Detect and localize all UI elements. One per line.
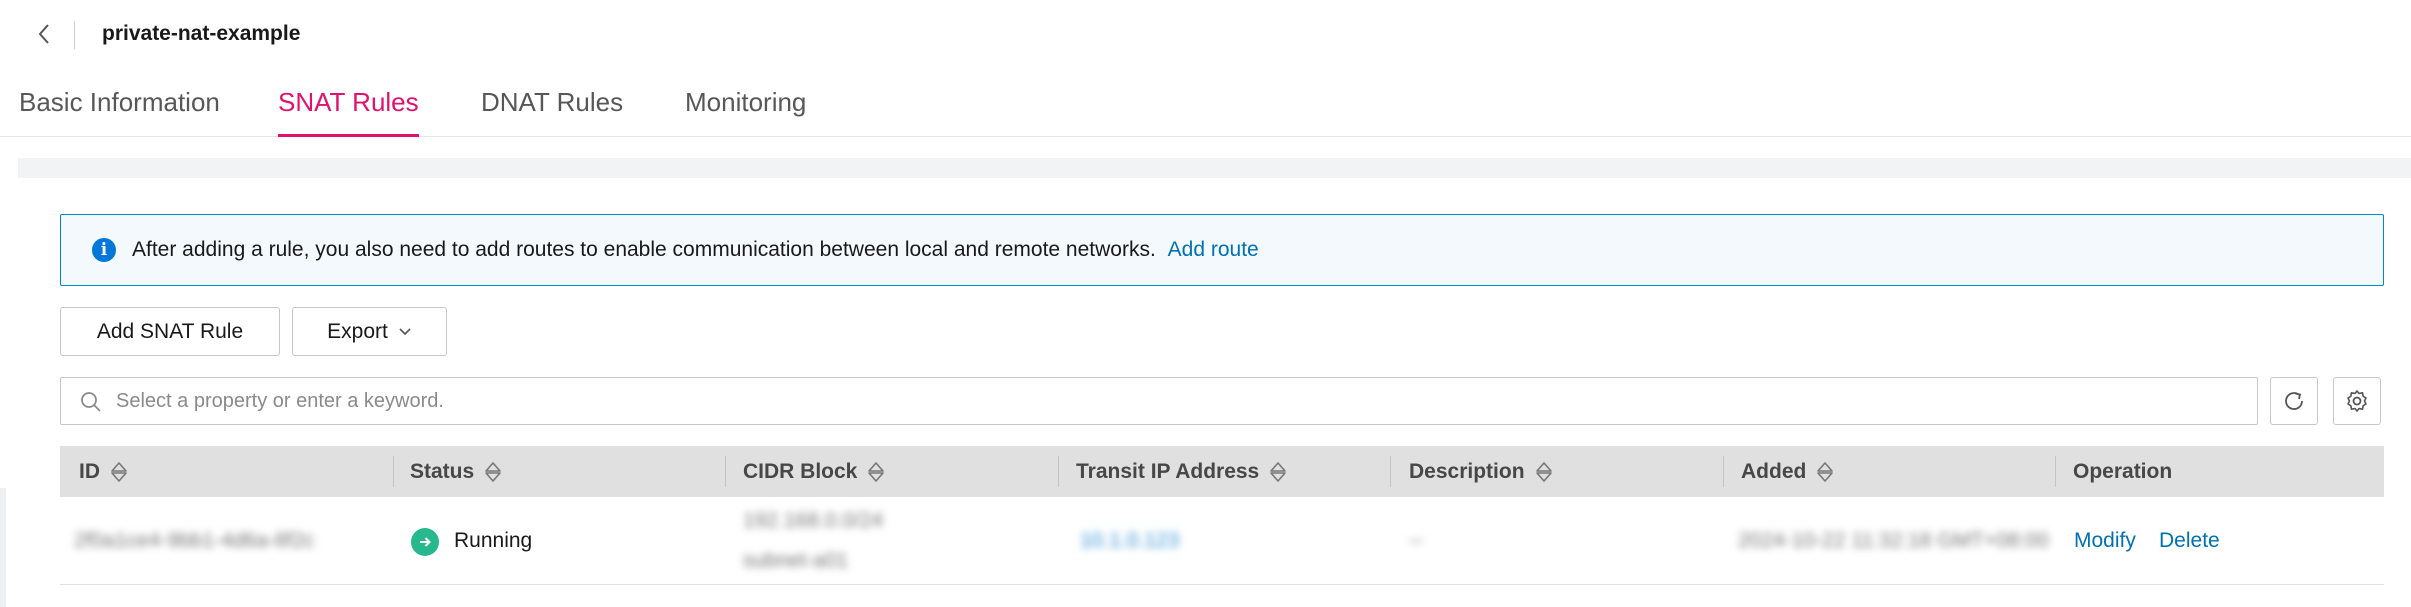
description: -- — [1409, 529, 1423, 552]
tab-basic-information[interactable]: Basic Information — [19, 68, 220, 137]
chevron-left-icon — [38, 24, 49, 44]
info-icon: i — [92, 238, 116, 262]
gear-icon — [2347, 390, 2367, 412]
column-header-transit-ip: Transit IP Address — [1076, 446, 1287, 497]
add-route-link[interactable]: Add route — [1168, 238, 1259, 261]
tab-monitoring[interactable]: Monitoring — [685, 68, 806, 137]
running-status-icon — [411, 528, 439, 556]
section-gap — [18, 158, 2411, 178]
tab-snat-rules[interactable]: SNAT Rules — [278, 68, 419, 137]
column-label: Description — [1409, 460, 1525, 483]
column-divider — [1723, 456, 1724, 487]
add-snat-rule-button[interactable]: Add SNAT Rule — [60, 307, 280, 356]
column-divider — [393, 456, 394, 487]
transit-ip-link[interactable]: 10.1.0.123 — [1080, 529, 1179, 553]
cidr-block-secondary: subnet-a01 — [743, 549, 849, 572]
table-header: ID Status CIDR Block Transit IP Address … — [60, 446, 2384, 497]
refresh-button[interactable] — [2270, 377, 2318, 425]
column-divider — [725, 456, 726, 487]
modify-link[interactable]: Modify — [2074, 529, 2136, 553]
info-message: After adding a rule, you also need to ad… — [132, 238, 1156, 261]
cidr-block: 192.168.0.0/24 — [743, 509, 884, 532]
status-text: Running — [454, 529, 533, 552]
column-label: ID — [79, 460, 100, 483]
added-time: 2024-10-22 11:32:18 GMT+08:00 — [1738, 529, 2049, 552]
sort-icon[interactable] — [1535, 461, 1553, 483]
column-header-status: Status — [410, 446, 502, 497]
left-edge — [0, 488, 6, 607]
column-label: Added — [1741, 460, 1807, 483]
column-header-id: ID — [79, 446, 128, 497]
column-header-added: Added — [1741, 446, 1834, 497]
search-input[interactable] — [116, 378, 2236, 424]
sort-icon[interactable] — [1816, 461, 1834, 483]
column-header-cidr-block: CIDR Block — [743, 446, 885, 497]
sort-icon[interactable] — [110, 461, 128, 483]
column-label: CIDR Block — [743, 460, 858, 483]
column-divider — [1058, 456, 1059, 487]
sort-icon[interactable] — [1269, 461, 1287, 483]
page-title: private-nat-example — [102, 22, 301, 45]
back-button[interactable] — [28, 17, 60, 51]
column-label: Operation — [2073, 460, 2173, 483]
column-header-description: Description — [1409, 446, 1553, 497]
column-label: Transit IP Address — [1076, 460, 1260, 483]
header-divider — [74, 21, 75, 49]
export-button[interactable]: Export — [292, 307, 447, 356]
info-text: After adding a rule, you also need to ad… — [132, 238, 1259, 262]
rule-id[interactable]: 2f0a1ce4-9bb1-4d6a-8f2c — [74, 529, 315, 553]
table-row: 2f0a1ce4-9bb1-4d6a-8f2c Running 192.168.… — [60, 497, 2384, 585]
search-icon — [80, 391, 102, 418]
search-box — [60, 377, 2258, 425]
settings-button[interactable] — [2333, 377, 2381, 425]
export-label: Export — [327, 319, 388, 343]
top-bar: private-nat-example — [0, 0, 2411, 68]
delete-link[interactable]: Delete — [2159, 529, 2220, 553]
sort-icon[interactable] — [867, 461, 885, 483]
add-snat-rule-label: Add SNAT Rule — [96, 319, 244, 343]
column-label: Status — [410, 460, 475, 483]
tab-dnat-rules[interactable]: DNAT Rules — [481, 68, 623, 137]
column-divider — [2055, 456, 2056, 487]
column-header-operation: Operation — [2073, 446, 2172, 497]
tab-bar: Basic Information SNAT Rules DNAT Rules … — [0, 68, 2411, 137]
column-divider — [1390, 456, 1391, 487]
sort-icon[interactable] — [484, 461, 502, 483]
info-banner: i After adding a rule, you also need to … — [60, 214, 2384, 286]
refresh-icon — [2285, 392, 2303, 410]
chevron-down-icon — [398, 327, 412, 337]
